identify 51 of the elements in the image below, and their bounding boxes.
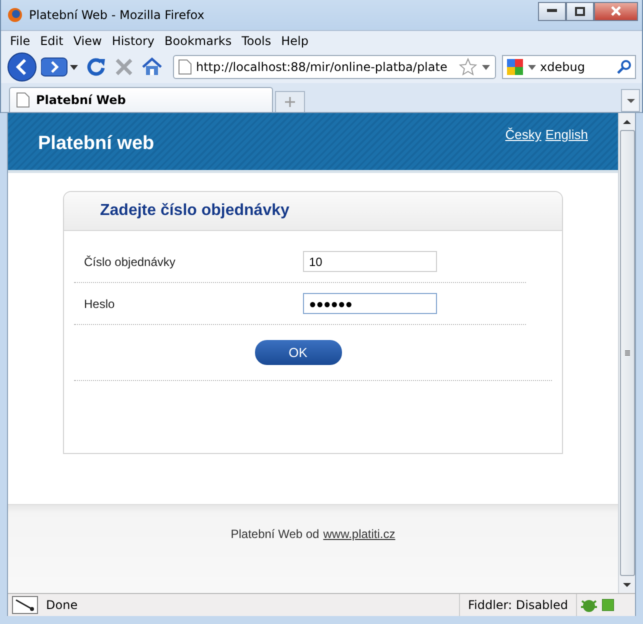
dropdown-icon[interactable] — [528, 63, 536, 71]
menu-item[interactable]: View — [68, 34, 107, 48]
star-icon[interactable] — [459, 58, 477, 76]
menu-item[interactable]: Bookmarks — [160, 34, 237, 48]
menu-item[interactable]: History — [106, 34, 160, 48]
plus-icon — [285, 97, 295, 107]
input-field[interactable]: ●●●●●● — [303, 293, 437, 314]
language-link[interactable]: Česky — [505, 127, 542, 142]
grip-icon — [624, 350, 630, 356]
reload-icon[interactable] — [85, 56, 107, 78]
dropdown-icon[interactable] — [481, 62, 491, 72]
search-field[interactable]: xdebug — [502, 55, 636, 79]
address-field[interactable]: http://localhost:88/mir/online-platba/plate — [173, 55, 496, 79]
firefox-icon — [7, 7, 23, 23]
menu-item[interactable]: File — [5, 34, 36, 48]
scroll-down-icon[interactable] — [623, 582, 631, 588]
scroll-up-icon[interactable] — [623, 118, 631, 124]
pencil-icon[interactable] — [12, 596, 38, 614]
dropdown-icon — [626, 98, 634, 104]
tab-list-button[interactable] — [621, 89, 640, 112]
browser-tab[interactable]: Platební Web — [9, 87, 273, 112]
footer-text: Platební Web od — [230, 527, 320, 543]
site-title: Platební web — [38, 133, 154, 156]
minimize-button[interactable] — [538, 2, 566, 20]
language-link[interactable]: English — [545, 127, 588, 142]
maximize-button[interactable] — [566, 2, 594, 20]
window-title: Platební Web - Mozilla Firefox — [29, 8, 206, 22]
search-engine-icon[interactable] — [506, 58, 524, 76]
scroll-thumb[interactable] — [620, 130, 634, 576]
minimize-icon — [547, 9, 557, 13]
status-text: Done — [46, 598, 79, 612]
fiddler-status[interactable]: Fiddler: Disabled — [458, 594, 576, 616]
menu-item[interactable]: Edit — [35, 34, 68, 48]
input-field[interactable]: 10 — [303, 251, 437, 272]
page-icon — [178, 59, 192, 75]
search-icon[interactable] — [616, 59, 632, 75]
field-label: Heslo — [84, 296, 116, 310]
field-label: Číslo objednávky — [84, 254, 176, 268]
home-icon[interactable] — [141, 56, 163, 78]
dropdown-icon[interactable] — [69, 62, 79, 72]
form-title: Zadejte číslo objednávky — [100, 202, 290, 220]
maximize-icon — [575, 6, 585, 16]
page-icon — [16, 92, 30, 108]
forward-icon[interactable] — [41, 56, 69, 78]
menu-item[interactable]: Help — [276, 34, 314, 48]
close-button[interactable] — [594, 2, 638, 20]
ok-button[interactable]: OK — [254, 340, 342, 365]
close-icon — [611, 6, 621, 16]
scrollbar[interactable] — [618, 113, 635, 593]
menu-item[interactable]: Tools — [236, 34, 276, 48]
website-link[interactable]: www.platiti.cz — [323, 527, 396, 593]
